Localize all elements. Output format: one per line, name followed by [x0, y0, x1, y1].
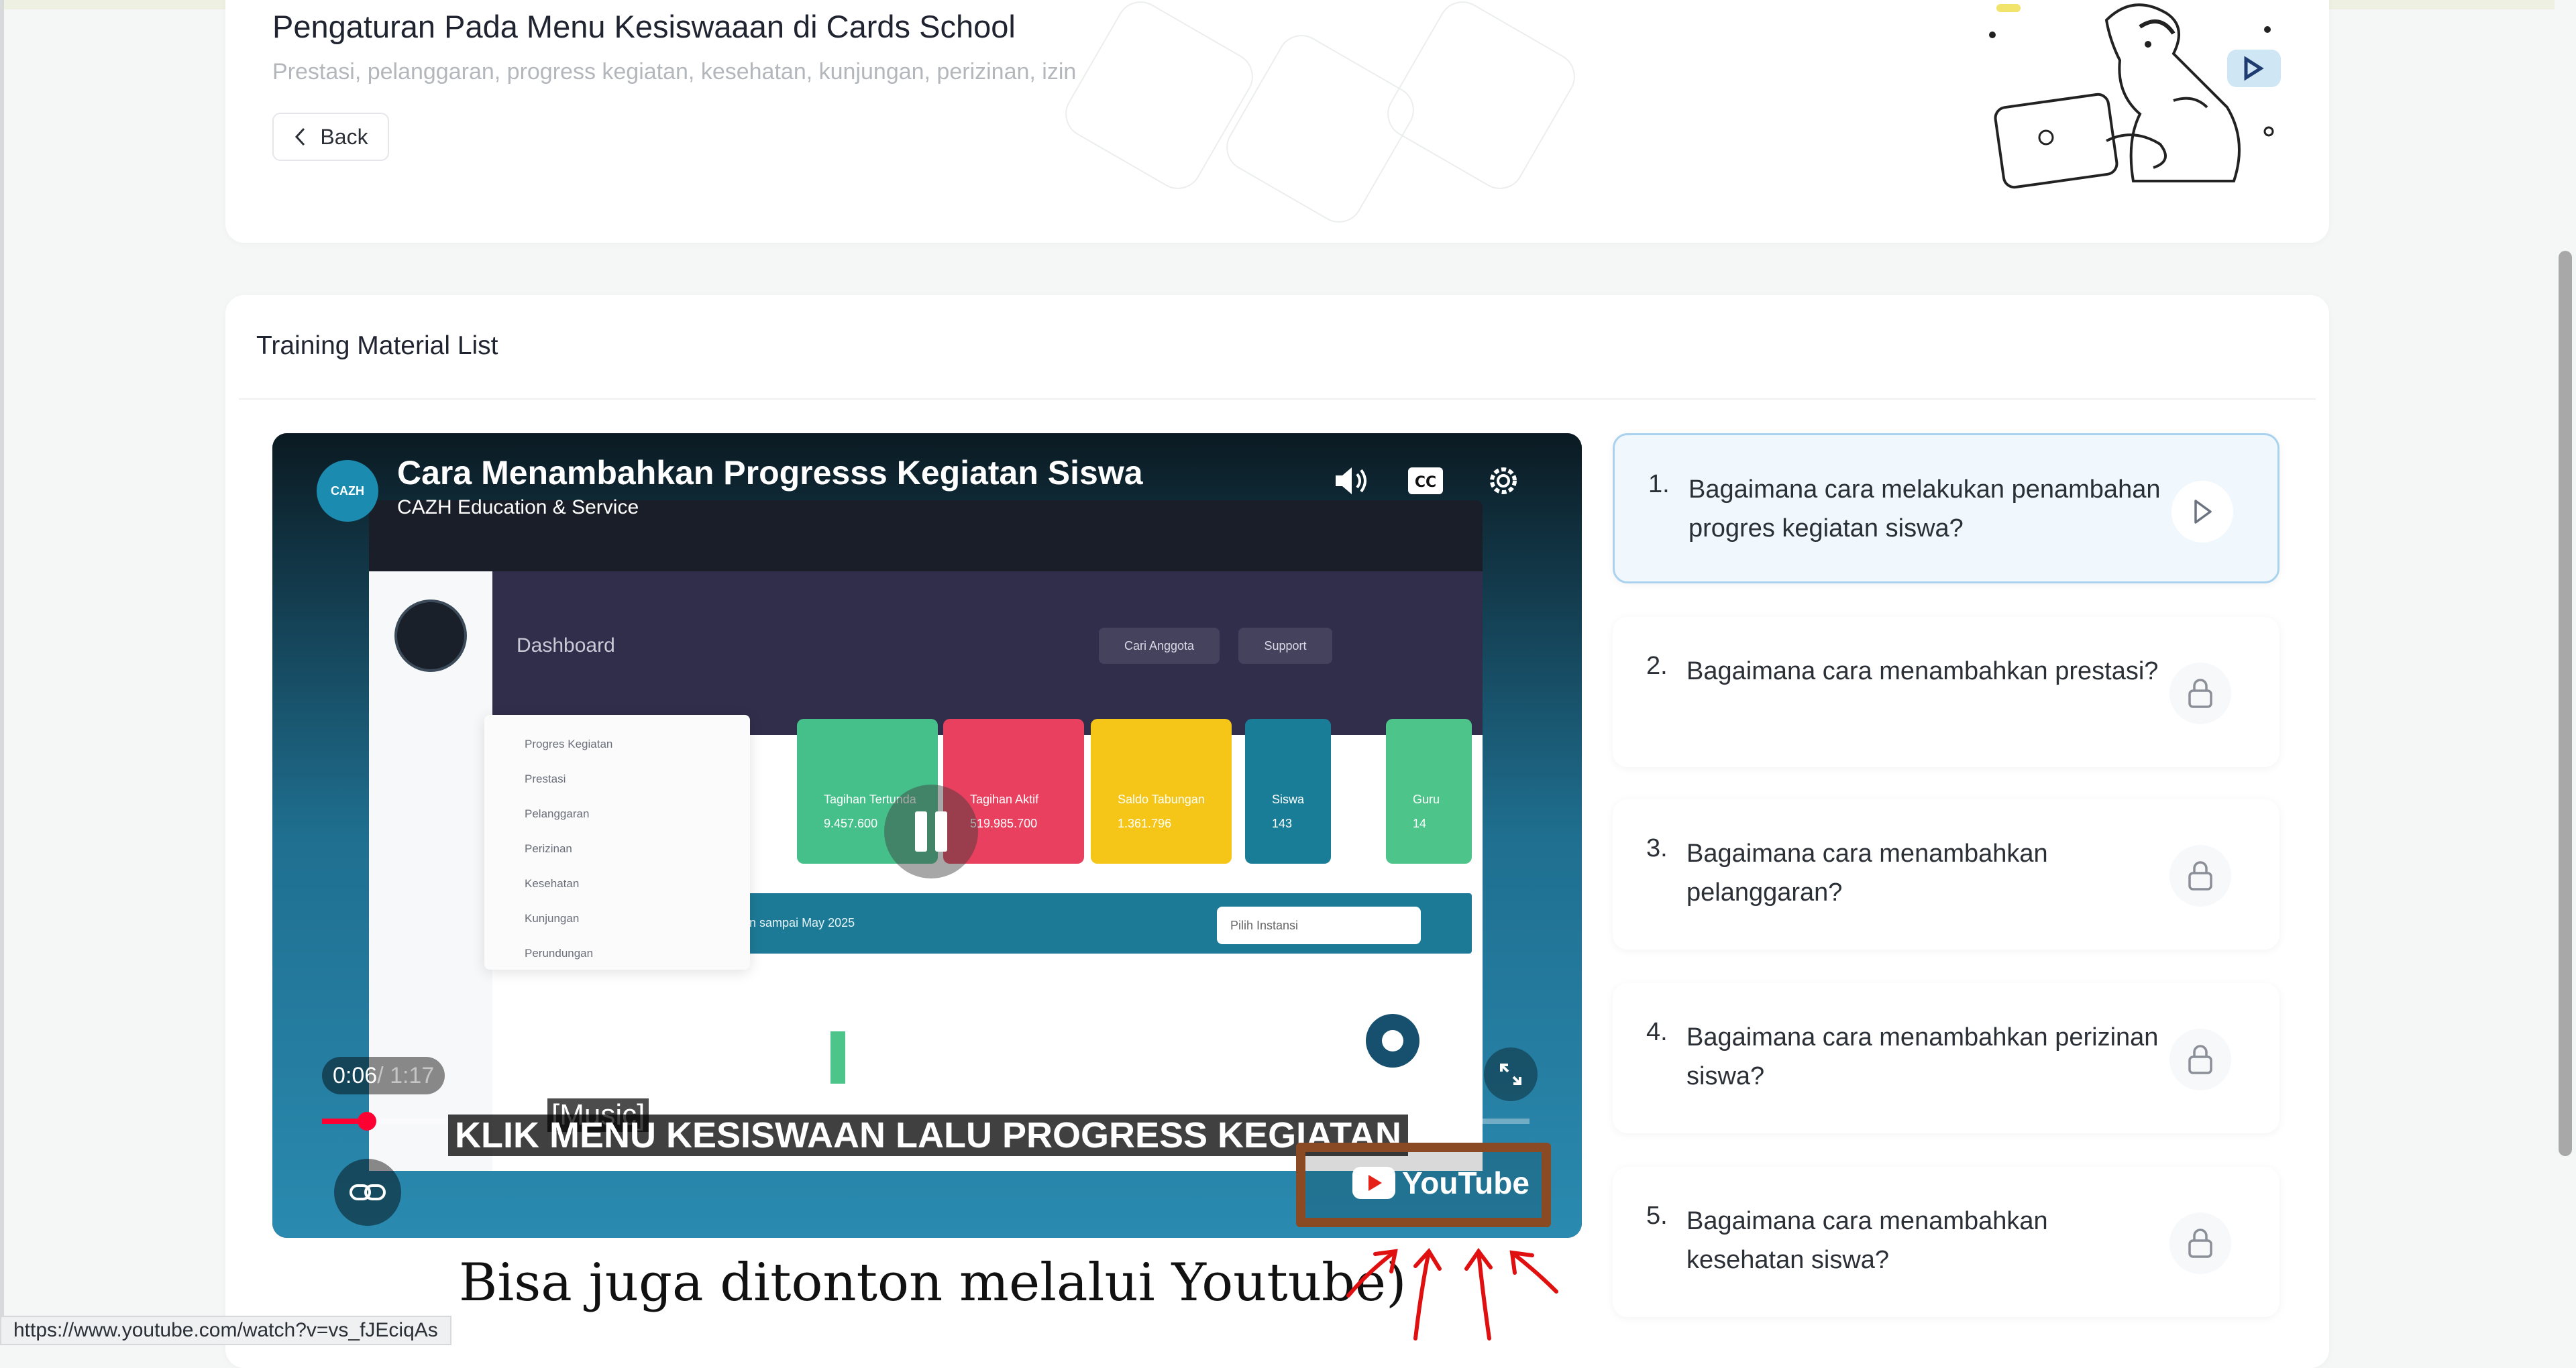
back-button-label: Back [320, 124, 368, 149]
video-menu-item: Perizinan [525, 842, 572, 855]
page-subtitle: Prestasi, pelanggaran, progress kegiatan… [272, 59, 1077, 84]
lesson-item[interactable]: 2. Bagaimana cara menambahkan prestasi? [1613, 617, 2279, 767]
link-icon[interactable] [334, 1159, 401, 1226]
video-caption: KLIK MENU KESISWAAN LALU PROGRESS KEGIAT… [448, 1115, 1409, 1156]
channel-avatar[interactable]: CAZH [317, 460, 378, 522]
svg-text:CC: CC [1415, 474, 1436, 491]
lesson-item[interactable]: 5. Bagaimana cara menambahkan kesehatan s… [1613, 1167, 2279, 1317]
lesson-number: 3. [1646, 834, 1668, 862]
person-laptop-illustration [1989, 3, 2281, 189]
lesson-number: 5. [1646, 1202, 1668, 1230]
lesson-title: Bagaimana cara menambahkan kesehatan sis… [1686, 1207, 2048, 1274]
video-stat-value: 143 [1272, 817, 1293, 830]
lesson-item[interactable]: 4. Bagaimana cara menambahkan perizinan s… [1613, 983, 2279, 1133]
section-divider [239, 398, 2316, 400]
video-menu-item: Kesehatan [525, 877, 580, 890]
back-button[interactable]: Back [272, 113, 389, 161]
video-menu-item: Progres Kegiatan [525, 738, 613, 750]
page-scrollbar-thumb[interactable] [2559, 251, 2572, 1156]
window-left-edge [0, 0, 4, 1345]
video-stat-value: 14 [1413, 817, 1427, 830]
lesson-title: Bagaimana cara melakukan penambahan prog… [1688, 475, 2161, 543]
video-channel-name[interactable]: CAZH Education & Service [397, 496, 639, 519]
lesson-title: Bagaimana cara menambahkan pelanggaran? [1686, 840, 2048, 907]
video-help-bubble [1366, 1014, 1419, 1068]
youtube-logo-icon [1352, 1167, 1395, 1199]
lesson-title: Bagaimana cara menambahkan prestasi? [1686, 657, 2159, 685]
video-title[interactable]: Cara Menambahkan Progresss Kegiatan Sisw… [397, 453, 1143, 492]
lock-icon [2169, 1029, 2231, 1090]
video-chart-bar [830, 1031, 845, 1084]
video-instansi-select: Pilih Instansi [1217, 907, 1421, 944]
video-stat-value: 9.457.600 [824, 817, 878, 830]
youtube-watch-button[interactable]: YouTube [1352, 1161, 1529, 1204]
video-stat-label: Saldo Tabungan [1118, 793, 1205, 806]
lesson-number: 1. [1648, 470, 1670, 498]
bg-hexagon [1057, 0, 1262, 198]
bg-hexagon [1379, 0, 1584, 198]
video-menu-item: Kunjungan [525, 912, 580, 925]
video-stat-card: Guru 14 [1386, 719, 1472, 864]
lesson-number: 4. [1646, 1018, 1668, 1046]
annotation-text: Bisa juga ditonton melalui Youtube) [459, 1253, 1407, 1313]
lesson-title: Bagaimana cara menambahkan perizinan sis… [1686, 1023, 2159, 1090]
video-player[interactable]: Dashboard Cari Anggota Support Tagihan T… [272, 433, 1582, 1238]
video-stat-value: 1.361.796 [1118, 817, 1172, 830]
video-stat-label: Tagihan Aktif [970, 793, 1039, 806]
settings-gear-icon[interactable] [1480, 457, 1527, 504]
video-menu-item: Pelanggaran [525, 807, 590, 820]
volume-icon[interactable] [1328, 457, 1375, 504]
chevron-left-icon [295, 127, 305, 146]
video-dashboard-header [492, 571, 1483, 735]
youtube-label: YouTube [1402, 1165, 1529, 1200]
video-stat-card: Saldo Tabungan 1.361.796 [1091, 719, 1232, 864]
training-material-title: Training Material List [256, 331, 498, 360]
video-kesiswaan-menu: Progres Kegiatan Prestasi Pelanggaran Periz… [484, 715, 750, 970]
video-stat-value: 519.985.700 [970, 817, 1038, 830]
video-stat-label: Siswa [1272, 793, 1305, 806]
pause-icon[interactable] [884, 785, 978, 878]
video-progress-handle[interactable] [357, 1112, 376, 1131]
lesson-item[interactable]: 1. Bagaimana cara melakukan penambahan pr… [1613, 433, 2279, 583]
lesson-number: 2. [1646, 652, 1668, 680]
lesson-item[interactable]: 3. Bagaimana cara menambahkan pelanggaran… [1613, 799, 2279, 950]
video-app-logo [394, 600, 467, 672]
annotation-arrows-icon [1346, 1247, 1558, 1341]
video-time-current: 0:06 [333, 1062, 378, 1088]
video-support-chip: Support [1238, 628, 1332, 664]
video-time-total: / 1:17 [377, 1062, 435, 1088]
video-dashboard-label: Dashboard [517, 634, 615, 657]
video-menu-item: Perundungan [525, 947, 594, 960]
fullscreen-icon[interactable] [1484, 1047, 1538, 1101]
video-stat-card: Siswa 143 [1245, 719, 1331, 864]
video-search-chip: Cari Anggota [1099, 628, 1220, 664]
status-bar-url: https://www.youtube.com/watch?v=vs_fJEci… [0, 1316, 451, 1345]
closed-captions-icon[interactable]: CC [1402, 457, 1449, 504]
page-title: Pengaturan Pada Menu Kesiswaaan di Cards… [272, 9, 1016, 44]
lock-icon [2169, 1212, 2231, 1274]
video-time-display: 0:06 / 1:17 [322, 1057, 445, 1094]
video-stat-label: Guru [1413, 793, 1440, 806]
video-menu-item: Prestasi [525, 773, 566, 785]
play-icon[interactable] [2171, 481, 2233, 543]
lock-icon [2169, 663, 2231, 724]
lock-icon [2169, 845, 2231, 907]
